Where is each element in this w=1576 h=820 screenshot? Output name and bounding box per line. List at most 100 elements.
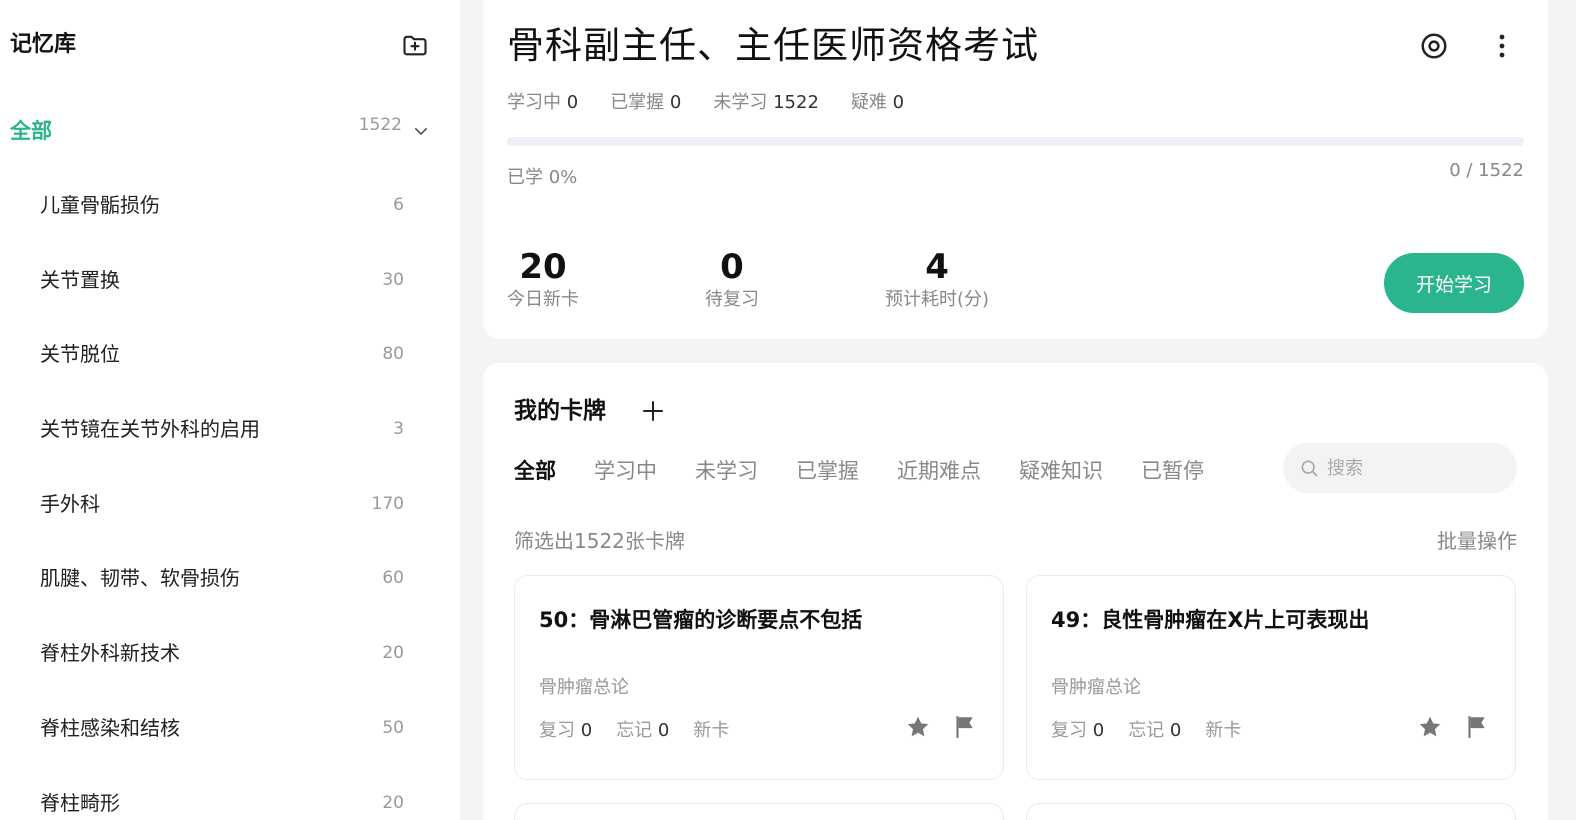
stat-learning: 学习中 0: [507, 88, 578, 114]
card-item[interactable]: 50：骨淋巴管瘤的诊断要点不包括 骨肿瘤总论 复习 0 忘记 0 新卡: [514, 575, 1004, 780]
settings-ring-icon: [1421, 33, 1447, 59]
stat-mastered-value: 0: [669, 92, 682, 113]
stat-unlearned-label: 未学习: [713, 92, 768, 113]
sidebar-item[interactable]: 关节脱位 80: [0, 317, 460, 392]
tab-all[interactable]: 全部: [514, 456, 556, 486]
stat-mastered: 已掌握 0: [610, 88, 681, 114]
card-filter-tabs: 全部 学习中 未学习 已掌握 近期难点 疑难知识 已暂停: [514, 456, 1242, 486]
card-review: 复习 0: [1051, 716, 1104, 742]
sidebar-list: 儿童骨骺损伤 6 关节置换 30 关节脱位 80 关节镜在关节外科的启用 3 手外科 17…: [0, 168, 460, 820]
start-study-button[interactable]: 开始学习: [1384, 253, 1524, 313]
sidebar-item-label: 脊柱外科新技术: [40, 641, 180, 666]
stat-mastered-label: 已掌握: [610, 92, 665, 113]
card-review-count: 0: [1092, 720, 1105, 741]
tab-unlearned[interactable]: 未学习: [695, 456, 758, 486]
card-status: 新卡: [693, 720, 730, 741]
tab-learning[interactable]: 学习中: [594, 456, 657, 486]
sidebar-item[interactable]: 关节置换 30: [0, 243, 460, 318]
sidebar-item-count: 6: [393, 195, 404, 215]
filter-result-text: 筛选出1522张卡牌: [514, 529, 685, 553]
sidebar-item-label: 关节镜在关节外科的启用: [40, 417, 260, 442]
card-status: 新卡: [1205, 720, 1242, 741]
card-question: 50：骨淋巴管瘤的诊断要点不包括: [539, 608, 863, 632]
sidebar-title: 记忆库: [10, 32, 77, 57]
metric-est-time-value: 4: [925, 247, 949, 287]
card-item[interactable]: 49：良性骨肿瘤在X片上可表现出 骨肿瘤总论 复习 0 忘记 0 新卡: [1026, 575, 1516, 780]
search-box[interactable]: [1283, 443, 1517, 493]
sidebar-item-count: 20: [382, 792, 404, 813]
more-button[interactable]: [1486, 30, 1518, 62]
star-icon[interactable]: [1417, 714, 1443, 740]
sidebar-item-label: 脊柱感染和结核: [40, 715, 180, 740]
learned-percent: 已学 0%: [507, 167, 578, 188]
card-category: 骨肿瘤总论: [1051, 677, 1141, 698]
deck-overview-card: 骨科副主任、主任医师资格考试 学习中 0 已掌握 0 未学习 1522 疑难 0…: [483, 0, 1548, 339]
sidebar-item[interactable]: 儿童骨骺损伤 6: [0, 168, 460, 243]
chevron-down-icon[interactable]: [410, 120, 432, 142]
sidebar-item[interactable]: 肌腱、韧带、软骨损伤 60: [0, 541, 460, 616]
card-forget-label: 忘记: [616, 720, 653, 741]
flag-icon[interactable]: [1463, 714, 1489, 740]
tab-recent-difficult[interactable]: 近期难点: [897, 456, 981, 486]
sidebar-item-label: 儿童骨骺损伤: [40, 193, 160, 217]
sidebar-item-count: 20: [382, 643, 404, 664]
add-card-button[interactable]: [638, 396, 668, 426]
sidebar-item[interactable]: 脊柱感染和结核 50: [0, 691, 460, 766]
my-cards-panel: 我的卡牌 全部 学习中 未学习 已掌握 近期难点 疑难知识 已暂停 筛选出152…: [483, 363, 1548, 820]
card-question: 49：良性骨肿瘤在X片上可表现出: [1051, 608, 1370, 632]
stat-learning-label: 学习中: [507, 92, 561, 113]
sidebar-item-label: 肌腱、韧带、软骨损伤: [40, 566, 240, 591]
stat-learning-value: 0: [566, 92, 579, 113]
metric-est-time: 4 预计耗时(分): [885, 247, 989, 313]
flag-icon[interactable]: [951, 714, 977, 740]
metric-to-review-value: 0: [720, 247, 744, 287]
card-review-label: 复习: [539, 720, 575, 741]
deck-title: 骨科副主任、主任医师资格考试: [507, 24, 1039, 67]
sidebar-item-count: 60: [382, 568, 404, 589]
sidebar: 记忆库 全部 1522 儿童骨骺损伤 6 关节置换 30 关节脱位 80 关节镜在关节…: [0, 0, 460, 820]
stat-difficult-label: 疑难: [850, 92, 887, 113]
card-forget-count: 0: [1169, 720, 1182, 741]
new-folder-button[interactable]: [400, 30, 430, 60]
sidebar-all-label: 全部: [10, 119, 52, 143]
learned-count: 0 / 1522: [1449, 160, 1524, 181]
batch-operation-button[interactable]: 批量操作: [1437, 525, 1517, 554]
tab-difficult-knowledge[interactable]: 疑难知识: [1019, 456, 1103, 486]
card-item-partial[interactable]: [514, 803, 1004, 820]
plus-icon: [643, 401, 663, 421]
stat-unlearned: 未学习 1522: [713, 88, 819, 114]
star-icon[interactable]: [905, 714, 931, 740]
card-review-count: 0: [580, 720, 593, 741]
sidebar-item-label: 脊柱畸形: [40, 790, 120, 815]
search-input[interactable]: [1327, 457, 1497, 479]
settings-button[interactable]: [1418, 30, 1450, 62]
my-cards-title: 我的卡牌: [514, 398, 606, 424]
card-meta: 复习 0 忘记 0 新卡: [539, 716, 729, 742]
card-forget: 忘记 0: [1128, 716, 1181, 742]
sidebar-item[interactable]: 脊柱畸形 20: [0, 766, 460, 820]
sidebar-item[interactable]: 关节镜在关节外科的启用 3: [0, 392, 460, 467]
sidebar-item-label: 手外科: [40, 491, 100, 516]
sidebar-item-count: 3: [393, 419, 404, 440]
sidebar-item-all[interactable]: 全部 1522: [10, 112, 432, 150]
card-meta: 复习 0 忘记 0 新卡: [1051, 716, 1241, 742]
more-vertical-icon: [1499, 34, 1505, 58]
sidebar-item-label: 关节置换: [40, 267, 120, 292]
sidebar-item[interactable]: 脊柱外科新技术 20: [0, 616, 460, 691]
tab-paused[interactable]: 已暂停: [1141, 456, 1204, 486]
sidebar-item-count: 80: [382, 344, 404, 365]
card-item-partial[interactable]: [1026, 803, 1516, 820]
sidebar-item-count: 30: [382, 269, 404, 290]
card-actions: [1417, 714, 1489, 740]
card-forget: 忘记 0: [616, 716, 669, 742]
deck-actions: [1418, 30, 1518, 62]
card-actions: [905, 714, 977, 740]
sidebar-item[interactable]: 手外科 170: [0, 467, 460, 542]
sidebar-item-count: 50: [382, 717, 404, 738]
stat-difficult-value: 0: [892, 92, 905, 113]
folder-plus-icon: [403, 35, 427, 56]
metric-new-today-label: 今日新卡: [507, 289, 579, 310]
card-forget-label: 忘记: [1128, 720, 1165, 741]
tab-mastered[interactable]: 已掌握: [796, 456, 859, 486]
metric-to-review: 0 待复习: [705, 247, 759, 313]
